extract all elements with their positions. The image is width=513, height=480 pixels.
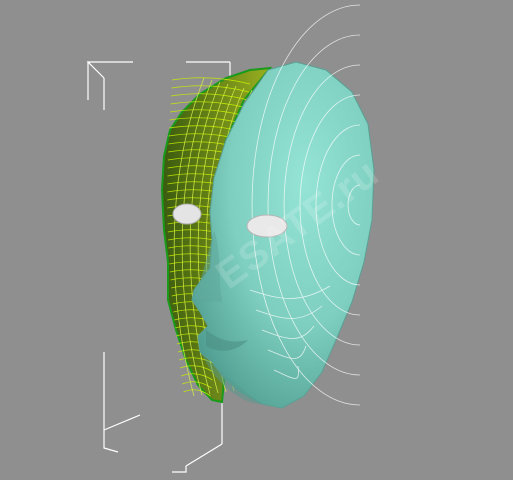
left-eye (172, 203, 202, 225)
3d-viewport[interactable]: ESATE.ru (0, 0, 513, 480)
